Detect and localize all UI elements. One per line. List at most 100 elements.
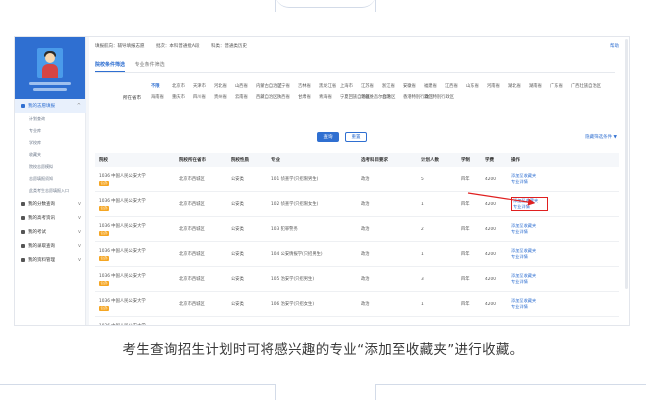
filter-buttons: 查询 重置 [317, 132, 367, 142]
school-cell: 1036 中国人民公安大学公办 [95, 223, 175, 236]
province-option[interactable]: 福建省 [424, 81, 445, 92]
province-option[interactable]: 湖南省 [529, 81, 550, 92]
province-option[interactable]: 河南省 [487, 81, 508, 92]
sidebar-subitem[interactable]: 收藏夹 [15, 149, 86, 161]
province-option[interactable]: 黑龙江省 [319, 81, 340, 92]
province-option[interactable]: 陕西省 [277, 92, 298, 103]
caption: 考生查询招生计划时可将感兴趣的专业“添加至收藏夹”进行收藏。 [122, 342, 524, 358]
province-option[interactable]: 上海市 [340, 81, 361, 92]
province-option[interactable]: 山西省 [235, 81, 256, 92]
province-option[interactable]: 江苏省 [361, 81, 382, 92]
fee-cell: 4200 [485, 276, 496, 282]
page: 我的志愿填报 ^ 计划查询 专业库 学校库 收藏夹 院校志愿模拟 志愿填报须知 … [0, 0, 646, 400]
scrollbar[interactable] [625, 39, 628, 289]
school-cell: 1036 中国人民公安大学公办 [95, 198, 175, 211]
sidebar-item-news[interactable]: 我的高考资讯 v [15, 211, 86, 225]
table-header: 院校 院校所在省市 院校性质 专业 选考科目要求 计划人数 学制 学费 操作 [95, 153, 619, 167]
plan-count-cell: 1 [421, 251, 424, 257]
decor-bottom [0, 384, 646, 400]
sidebar-item-scores[interactable]: 我的分数查询 v [15, 197, 86, 211]
province-option[interactable]: 安徽省 [403, 81, 424, 92]
user-name-redacted [29, 82, 71, 85]
fee-cell: 4200 [485, 251, 496, 257]
province-option[interactable]: 四川省 [193, 92, 214, 103]
province-option[interactable]: 青海省 [319, 92, 340, 103]
province-option[interactable]: 江西省 [445, 81, 466, 92]
help-link[interactable]: 帮助 [610, 43, 619, 49]
screenshot-panel: 我的志愿填报 ^ 计划查询 专业库 学校库 收藏夹 院校志愿模拟 志愿填报须知 … [14, 36, 630, 326]
breadcrumb: 填报航向：辅导填报志愿 批次：本科普通批A段 科类：普通类历史 [95, 43, 257, 49]
province-option[interactable]: 西藏自治区 [256, 92, 277, 103]
province-option[interactable]: 天津市 [193, 81, 214, 92]
sidebar-subitem[interactable]: 此类考生志愿填报入口 [15, 185, 86, 197]
province-option[interactable]: 宁夏回族自治区 [340, 92, 370, 103]
sidebar-subitem[interactable]: 学校库 [15, 137, 86, 149]
sidebar-item-admission[interactable]: 我的录取查询 v [15, 239, 86, 253]
sidebar-subitem[interactable]: 专业库 [15, 125, 86, 137]
requirement-cell: 政治 [361, 202, 370, 207]
breadcrumb-item: 填报航向：辅导填报志愿 [95, 44, 145, 49]
province-option[interactable]: 重庆市 [172, 92, 193, 103]
major-detail-link[interactable]: 专业详情 [511, 229, 567, 235]
province-option[interactable]: 北京市 [172, 81, 193, 92]
sidebar-item-exam[interactable]: 我的考试 v [15, 225, 86, 239]
province-option[interactable]: 云南省 [235, 92, 256, 103]
major-detail-link[interactable]: 专业详情 [511, 254, 567, 260]
sidebar-header [15, 37, 85, 99]
avatar[interactable] [37, 48, 63, 78]
table-row: 1036 中国人民公安大学 公办 北京市西城区 公安类 104 公安情报学(只招男生) 政… [95, 242, 619, 267]
school-name[interactable]: 1036 中国人民公安大学 [99, 323, 175, 326]
person-icon [21, 104, 25, 108]
major-detail-link[interactable]: 专业详情 [513, 204, 546, 210]
province-option[interactable]: 海南省 [151, 92, 172, 103]
province-option[interactable]: 湖北省 [508, 81, 529, 92]
major-detail-link[interactable]: 专业详情 [511, 279, 567, 285]
province-option[interactable]: 台湾 [382, 92, 403, 103]
province-option[interactable]: 山东省 [466, 81, 487, 92]
table-row: 1036 中国人民公安大学 公办 北京市西城区 公安类 102 侦查学(只招限女生) 政治… [95, 192, 619, 217]
school-name[interactable]: 1036 中国人民公安大学 [99, 273, 175, 279]
major-detail-link[interactable]: 专业详情 [511, 304, 567, 310]
province-option[interactable]: 广东省 [550, 81, 571, 92]
reset-button[interactable]: 重置 [345, 132, 367, 142]
school-cell: 1036 中国人民公安大学公办 [95, 273, 175, 286]
school-name[interactable]: 1036 中国人民公安大学 [99, 223, 175, 229]
requirement-cell: 政治 [361, 227, 370, 232]
province-option[interactable]: 河北省 [214, 81, 235, 92]
province-option[interactable]: 浙江省 [382, 81, 403, 92]
col-header: 院校性质 [231, 158, 249, 163]
sidebar-item-volunteer[interactable]: 我的志愿填报 ^ [15, 99, 86, 113]
requirement-cell: 政治 [361, 302, 370, 307]
school-name[interactable]: 1036 中国人民公安大学 [99, 198, 175, 204]
province-option[interactable]: 内蒙古自治区 [256, 81, 282, 92]
province-option[interactable]: 吉林省 [298, 81, 319, 92]
major-detail-link[interactable]: 专业详情 [511, 179, 567, 185]
province-option[interactable]: 香港特别行政区 [403, 92, 433, 103]
ops-links: 添加至收藏夹 专业详情 [511, 173, 567, 185]
province-option[interactable]: 澳门特别行政区 [424, 92, 454, 103]
collapse-filter-link[interactable]: 隐藏筛选条件 ▼ [585, 134, 617, 140]
school-name[interactable]: 1036 中国人民公安大学 [99, 248, 175, 254]
sidebar-subitem[interactable]: 计划查询 [15, 113, 86, 125]
tab-school-filter[interactable]: 院校条件筛选 [95, 61, 126, 72]
province-option[interactable]: 广西壮族自治区 [571, 81, 601, 92]
province-option[interactable]: 甘肃省 [298, 92, 319, 103]
province-option[interactable]: 辽宁省 [277, 81, 298, 92]
query-button[interactable]: 查询 [317, 132, 339, 142]
sidebar-subitem[interactable]: 院校志愿模拟 [15, 161, 86, 173]
school-name[interactable]: 1036 中国人民公安大学 [99, 173, 175, 179]
fee-cell: 4200 [485, 226, 496, 232]
province-option[interactable]: 新疆维吾尔自治区 [361, 92, 395, 103]
province-filter: 所在省市 不限 北京市 天津市 河北省 山西省 内蒙古自治区 辽宁省 吉林省 黑龙江省 上海市 江苏… [123, 81, 601, 121]
table-row: 1036 中国人民公安大学 公办 北京市西城区 公安类 101 侦查学(只招限男生) 政治… [95, 167, 619, 192]
highlighted-ops: 添加至收藏夹 专业详情 [511, 197, 548, 211]
school-name[interactable]: 1036 中国人民公安大学 [99, 298, 175, 304]
province-option[interactable]: 不限 [151, 81, 172, 92]
sidebar-subitem[interactable]: 志愿填报须知 [15, 173, 86, 185]
sidebar-item-profile[interactable]: 我的资料管理 v [15, 253, 86, 267]
duration-cell: 四年 [461, 177, 470, 182]
table-body: 1036 中国人民公安大学 公办 北京市西城区 公安类 101 侦查学(只招限男生) 政治… [95, 167, 619, 326]
ops-cell: 添加至收藏夹 专业详情 [507, 248, 567, 260]
province-option[interactable]: 贵州省 [214, 92, 235, 103]
tab-major-filter[interactable]: 专业条件筛选 [135, 61, 165, 71]
